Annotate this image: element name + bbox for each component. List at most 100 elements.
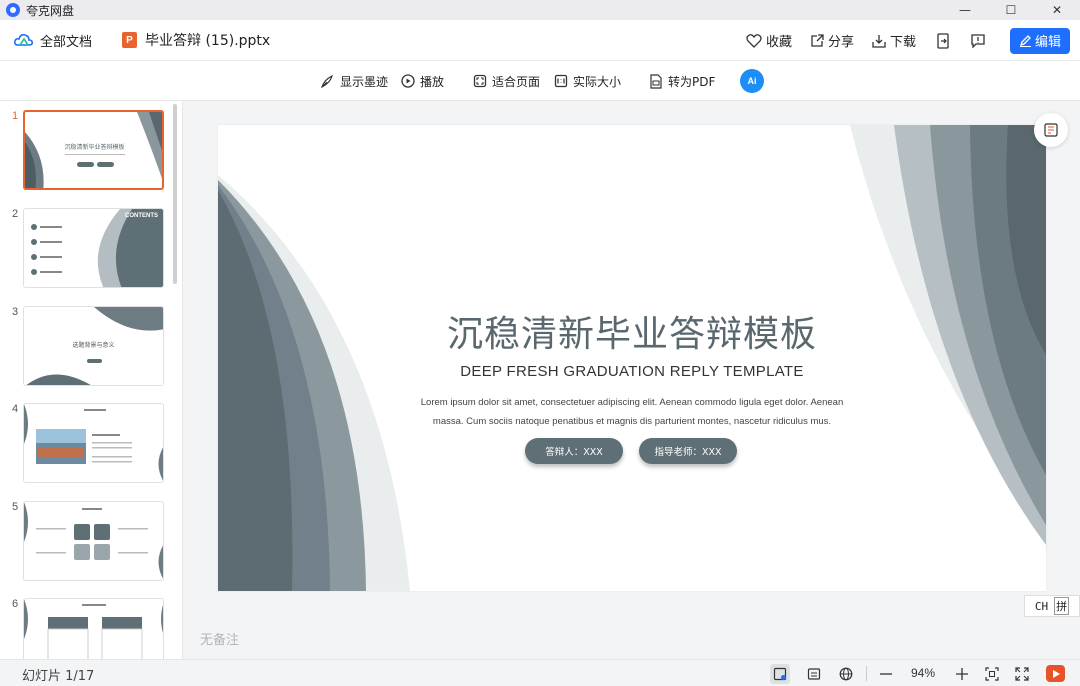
export-icon bbox=[937, 32, 949, 49]
fit-window-button[interactable] bbox=[982, 664, 1002, 684]
fit-page-icon bbox=[473, 74, 487, 88]
slide-background-graphic bbox=[218, 125, 1046, 591]
thumbnail-number: 5 bbox=[12, 501, 19, 513]
current-slide: 沉稳清新毕业答辩模板 DEEP FRESH GRADUATION REPLY T… bbox=[218, 125, 1046, 591]
slide-counter: 幻灯片 1/17 bbox=[22, 669, 95, 684]
close-button[interactable]: ✕ bbox=[1034, 0, 1080, 20]
play-icon bbox=[401, 74, 415, 88]
actual-size-button[interactable]: 实际大小 bbox=[554, 61, 621, 101]
actual-size-label: 实际大小 bbox=[573, 74, 622, 89]
pencil-icon bbox=[1019, 35, 1031, 47]
slide-viewport: 沉稳清新毕业答辩模板 DEEP FRESH GRADUATION REPLY T… bbox=[184, 101, 1080, 659]
viewer-toolbar: 显示墨迹 播放 适合页面 实际大小 转为PDF Ai bbox=[0, 61, 1080, 101]
slide-body-line: Lorem ipsum dolor sit amet, consectetuer… bbox=[420, 397, 844, 408]
advisor-badge: 指导老师：XXX bbox=[639, 438, 737, 464]
thumbnail-graphic bbox=[24, 404, 163, 481]
pdf-icon bbox=[650, 73, 662, 89]
edit-label: 编辑 bbox=[1034, 35, 1061, 50]
show-ink-label: 显示墨迹 bbox=[340, 74, 389, 89]
thumbnail-number: 4 bbox=[12, 403, 19, 415]
download-button[interactable]: 下载 bbox=[872, 31, 916, 50]
favorite-button[interactable]: 收藏 bbox=[746, 31, 792, 50]
web-view-button[interactable] bbox=[836, 664, 856, 684]
notes-toggle-button[interactable] bbox=[1034, 113, 1068, 147]
notes-view-button[interactable] bbox=[804, 664, 824, 684]
download-label: 下载 bbox=[889, 35, 916, 50]
app-logo-icon bbox=[6, 3, 20, 17]
thumbnail-graphic bbox=[31, 209, 163, 287]
ime-lang: CH bbox=[1034, 599, 1049, 613]
maximize-button[interactable]: ☐ bbox=[988, 0, 1034, 20]
feedback-button[interactable] bbox=[970, 33, 986, 48]
status-divider bbox=[866, 666, 867, 681]
thumbnail-preview bbox=[23, 403, 164, 483]
status-bar: 幻灯片 1/17 94% bbox=[0, 659, 1080, 686]
share-label: 分享 bbox=[827, 35, 854, 50]
thumbnail-title: 选题背景与意义 bbox=[72, 342, 115, 349]
all-docs-label: 全部文档 bbox=[40, 34, 93, 50]
slide-subtitle: DEEP FRESH GRADUATION REPLY TEMPLATE bbox=[460, 363, 804, 380]
pptx-file-icon: P bbox=[122, 32, 138, 48]
thumbnail-preview bbox=[23, 501, 164, 581]
thumbnail-number: 3 bbox=[12, 306, 19, 318]
minimize-button[interactable]: — bbox=[942, 0, 988, 20]
convert-pdf-button[interactable]: 转为PDF bbox=[649, 61, 715, 101]
zoom-out-button[interactable] bbox=[876, 664, 896, 684]
thumbnail-preview bbox=[23, 598, 164, 659]
thumbnail-graphic bbox=[25, 112, 162, 188]
document-header: 全部文档 P 毕业答辩 (15).pptx 收藏 分享 下载 编辑 bbox=[0, 20, 1080, 61]
notes-icon bbox=[1044, 123, 1058, 137]
convert-pdf-label: 转为PDF bbox=[668, 74, 716, 89]
thumbnail-scrollbar[interactable] bbox=[173, 104, 177, 284]
fit-window-icon bbox=[985, 667, 999, 681]
thumbnail-number: 1 bbox=[12, 110, 19, 122]
export-button[interactable] bbox=[936, 32, 950, 49]
ime-mode: 拼 bbox=[1054, 597, 1070, 615]
window-controls: — ☐ ✕ bbox=[942, 0, 1080, 20]
thumbnail-preview: 选题背景与意义 bbox=[23, 306, 164, 386]
fit-page-label: 适合页面 bbox=[492, 74, 541, 89]
normal-view-icon bbox=[773, 667, 787, 681]
feedback-icon bbox=[971, 34, 985, 48]
favorite-label: 收藏 bbox=[765, 35, 792, 50]
thumbnail-preview: CONTENTS bbox=[23, 208, 164, 288]
normal-view-button[interactable] bbox=[770, 664, 790, 684]
play-label: 播放 bbox=[420, 74, 445, 89]
notes-view-icon bbox=[807, 668, 821, 680]
show-ink-button[interactable]: 显示墨迹 bbox=[320, 61, 388, 101]
slide-thumbnail-panel: 1 沉稳清新毕业答辩模板 2 CONTENTS 3 选题背景与意义 4 5 6 bbox=[0, 101, 183, 659]
fullscreen-icon bbox=[1015, 667, 1029, 681]
play-triangle-icon bbox=[1052, 669, 1060, 678]
plus-icon bbox=[956, 668, 968, 680]
edit-button[interactable]: 编辑 bbox=[1010, 27, 1070, 54]
ink-pen-icon bbox=[321, 74, 333, 88]
speaker-notes[interactable]: 无备注 bbox=[200, 629, 239, 648]
ai-assistant-button[interactable]: Ai bbox=[740, 69, 764, 93]
thumbnail-number: 2 bbox=[12, 208, 19, 220]
actual-size-icon bbox=[554, 74, 568, 88]
slide-body-text: Lorem ipsum dolor sit amet, consectetuer… bbox=[418, 393, 846, 431]
play-button[interactable]: 播放 bbox=[401, 61, 444, 101]
slide-title: 沉稳清新毕业答辩模板 bbox=[446, 314, 817, 355]
fit-page-button[interactable]: 适合页面 bbox=[473, 61, 540, 101]
thumbnail-graphic bbox=[24, 599, 163, 659]
share-button[interactable]: 分享 bbox=[810, 31, 854, 50]
zoom-level: 94% bbox=[911, 666, 936, 680]
fullscreen-button[interactable] bbox=[1012, 664, 1032, 684]
ime-indicator[interactable]: CH 拼 bbox=[1024, 595, 1080, 617]
file-tab[interactable]: P 毕业答辩 (15).pptx bbox=[122, 30, 270, 50]
thumbnail-preview: 沉稳清新毕业答辩模板 bbox=[23, 110, 164, 190]
download-icon bbox=[872, 34, 886, 48]
slide-body-line: massa. Cum sociis natoque penatibus et m… bbox=[432, 416, 832, 427]
minus-icon bbox=[880, 673, 892, 675]
thumbnail-title: CONTENTS bbox=[125, 213, 158, 219]
app-title: 夸克网盘 bbox=[26, 3, 75, 18]
thumbnail-title: 沉稳清新毕业答辩模板 bbox=[64, 144, 125, 151]
slideshow-button[interactable] bbox=[1046, 665, 1065, 682]
share-icon bbox=[811, 33, 824, 47]
presenter-badge: 答辩人：XXX bbox=[525, 438, 623, 464]
zoom-in-button[interactable] bbox=[952, 664, 972, 684]
globe-icon bbox=[839, 667, 853, 681]
all-docs-link[interactable]: 全部文档 bbox=[14, 31, 92, 50]
file-name: 毕业答辩 (15).pptx bbox=[145, 33, 271, 49]
